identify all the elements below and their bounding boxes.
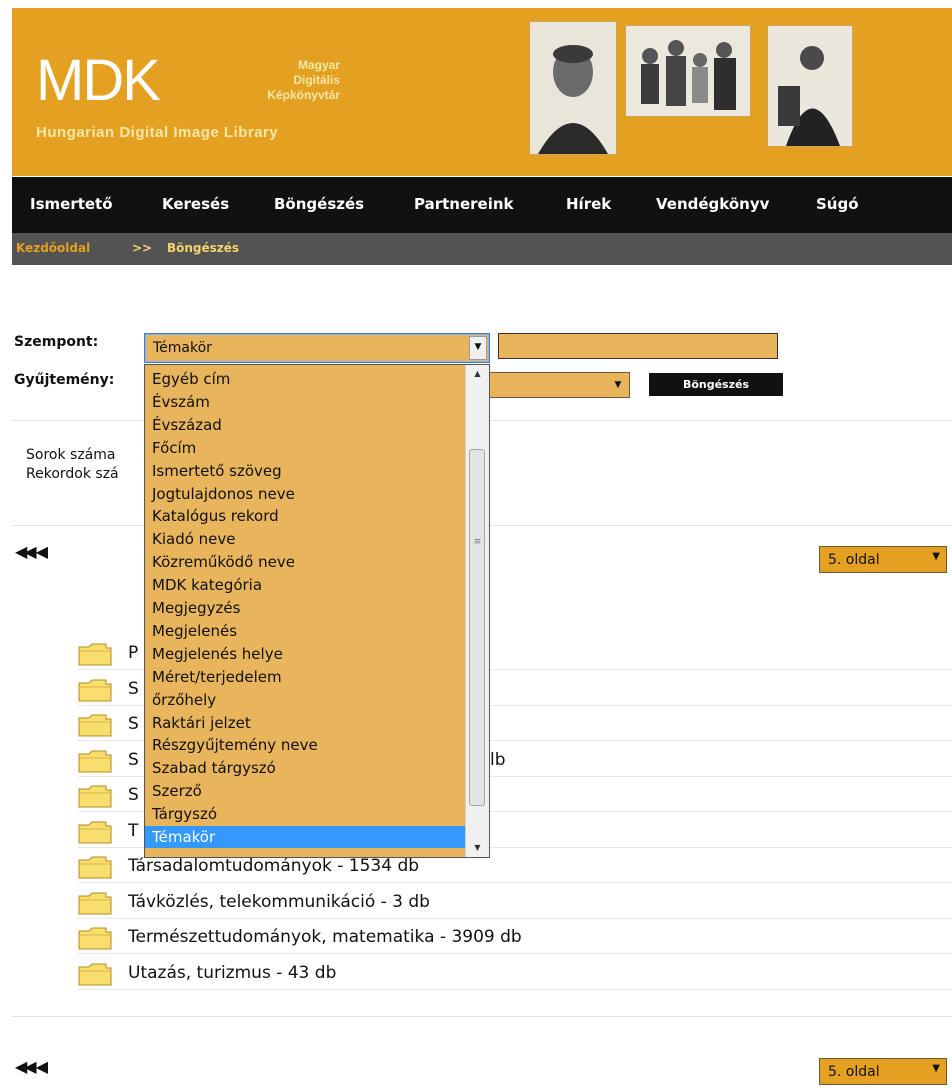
dropdown-option[interactable]: Megjegyzés xyxy=(145,597,465,619)
chevron-down-icon: ▼ xyxy=(932,1063,940,1074)
list-item[interactable]: Utazás, turizmus - 43 db xyxy=(78,955,952,990)
dropdown-option[interactable]: Egyéb cím xyxy=(145,368,465,390)
dropdown-option[interactable]: Jogtulajdonos neve xyxy=(145,483,465,505)
logo-subtitle: Magyar Digitális Képkönyvtár xyxy=(194,58,340,103)
folder-icon xyxy=(78,679,112,701)
header-photo-family xyxy=(626,26,750,116)
aspect-select-value: Témakör xyxy=(153,340,212,356)
list-item-label[interactable]: Természettudományok, matematika - 3909 d… xyxy=(128,927,522,947)
scroll-down-icon[interactable]: ▼ xyxy=(466,839,489,857)
folder-icon xyxy=(78,856,112,879)
logo-line-3: Képkönyvtár xyxy=(267,88,340,102)
list-item-tail: lb xyxy=(490,749,506,770)
dropdown-option[interactable]: Megjelenés xyxy=(145,620,465,642)
chevron-down-icon: ▼ xyxy=(932,551,940,562)
pager-prev-arrows[interactable]: ◀◀ ◀ xyxy=(15,542,48,561)
browse-text-input[interactable] xyxy=(498,333,778,359)
scroll-thumb[interactable] xyxy=(469,449,485,806)
logo-english: Hungarian Digital Image Library xyxy=(36,124,279,141)
dropdown-option[interactable]: Ismertető szöveg xyxy=(145,460,465,482)
list-item-label[interactable]: T xyxy=(128,821,138,841)
logo-mdk[interactable]: MDK xyxy=(36,52,161,110)
nav-item-sugo[interactable]: Súgó xyxy=(816,195,859,213)
aspect-label: Szempont: xyxy=(14,334,99,350)
header-photo-portrait xyxy=(530,22,616,154)
nav-item-hirek[interactable]: Hírek xyxy=(566,195,611,213)
page-select-value: 5. oldal xyxy=(828,1064,880,1080)
folder-icon xyxy=(78,750,112,772)
folder-icon xyxy=(78,714,112,737)
list-item-label[interactable]: S xyxy=(128,785,139,805)
folder-icon xyxy=(78,927,112,950)
dropdown-scrollbar[interactable]: ▲ ≡ ▼ xyxy=(465,365,489,857)
breadcrumb: Kezdőoldal >> Böngészés xyxy=(12,233,952,265)
scroll-grip-icon: ≡ xyxy=(473,537,482,547)
header-photo-man xyxy=(768,26,852,146)
logo-line-2: Digitális xyxy=(293,73,340,87)
aspect-select[interactable]: Témakör ▼ xyxy=(144,333,490,363)
dropdown-option[interactable]: Évszázad xyxy=(145,414,465,436)
nav-item-vendegkonyv[interactable]: Vendégkönyv xyxy=(656,195,769,213)
breadcrumb-separator: >> xyxy=(132,241,153,255)
site-header: MDK Magyar Digitális Képkönyvtár Hungari… xyxy=(12,8,952,176)
list-item[interactable]: Természettudományok, matematika - 3909 d… xyxy=(78,919,952,954)
dropdown-option[interactable]: Megjelenés helye xyxy=(145,643,465,665)
dropdown-option[interactable]: Szabad tárgyszó xyxy=(145,757,465,779)
list-item-label[interactable]: S xyxy=(128,679,139,699)
folder-icon xyxy=(78,643,112,666)
folder-icon xyxy=(78,892,112,914)
dropdown-option[interactable]: Raktári jelzet xyxy=(145,712,465,734)
main-nav: Ismertető Keresés Böngészés Partnereink … xyxy=(12,177,952,233)
dropdown-option[interactable]: Katalógus rekord xyxy=(145,505,465,527)
list-item[interactable]: Távközlés, telekommunikáció - 3 db xyxy=(78,884,952,919)
collection-label: Gyűjtemény: xyxy=(14,372,115,388)
dropdown-option[interactable]: Tárgyszó xyxy=(145,803,465,825)
list-item-label[interactable]: P xyxy=(128,643,138,663)
page-select-value: 5. oldal xyxy=(828,552,880,568)
nav-item-kereses[interactable]: Keresés xyxy=(162,195,229,213)
dropdown-option[interactable]: Közreműködő neve xyxy=(145,551,465,573)
chevron-down-icon[interactable]: ▼ xyxy=(609,375,627,395)
folder-icon xyxy=(78,785,112,808)
dropdown-option[interactable]: őrzőhely xyxy=(145,689,465,711)
nav-item-bongeszes[interactable]: Böngészés xyxy=(274,195,364,213)
dropdown-option[interactable]: Szerző xyxy=(145,780,465,802)
list-item-label[interactable]: Társadalomtudományok - 1534 db xyxy=(128,856,419,876)
rows-count-label: Sorok száma xyxy=(26,447,116,463)
dropdown-option[interactable]: Részgyűjtemény neve xyxy=(145,734,465,756)
aspect-dropdown-list[interactable]: Egyéb cím Évszám Évszázad Főcím Ismertető sz… xyxy=(144,364,490,858)
scroll-up-icon[interactable]: ▲ xyxy=(466,365,489,383)
browse-button[interactable]: Böngészés xyxy=(649,373,783,396)
dropdown-option[interactable]: Méret/terjedelem xyxy=(145,666,465,688)
folder-icon xyxy=(78,963,112,985)
divider xyxy=(12,1016,952,1017)
breadcrumb-home[interactable]: Kezdőoldal xyxy=(16,241,90,255)
collection-select[interactable]: ▼ xyxy=(488,372,630,398)
page-select[interactable]: 5. oldal ▼ xyxy=(819,1058,947,1085)
records-count-label: Rekordok szá xyxy=(26,466,119,482)
dropdown-option[interactable]: Évszám xyxy=(145,391,465,413)
list-item-label[interactable]: S xyxy=(128,714,139,734)
list-item-label[interactable]: Távközlés, telekommunikáció - 3 db xyxy=(128,892,430,912)
dropdown-option[interactable]: Témakör xyxy=(145,826,465,848)
nav-item-ismerteto[interactable]: Ismertető xyxy=(30,195,113,213)
dropdown-option[interactable]: Főcím xyxy=(145,437,465,459)
page-select[interactable]: 5. oldal ▼ xyxy=(819,546,947,573)
pager-prev-arrows[interactable]: ◀◀ ◀ xyxy=(15,1057,48,1076)
list-item-label[interactable]: Utazás, turizmus - 43 db xyxy=(128,963,336,983)
nav-item-partnereink[interactable]: Partnereink xyxy=(414,195,514,213)
dropdown-option[interactable]: Kiadó neve xyxy=(145,528,465,550)
folder-icon xyxy=(78,821,112,843)
logo-line-1: Magyar xyxy=(297,58,340,72)
list-item-prefix: S xyxy=(128,749,139,770)
dropdown-option[interactable]: MDK kategória xyxy=(145,574,465,596)
chevron-down-icon[interactable]: ▼ xyxy=(469,336,487,360)
breadcrumb-current: Böngészés xyxy=(167,241,240,255)
